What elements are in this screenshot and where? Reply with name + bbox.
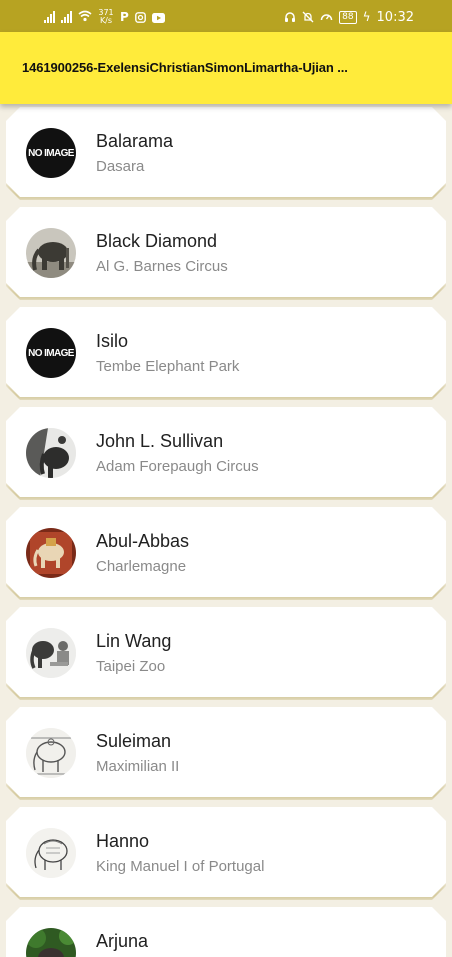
battery-level: 88	[342, 11, 354, 22]
avatar	[26, 928, 76, 957]
elephant-name: Isilo	[96, 331, 129, 351]
elephant-subtitle: King Manuel I of Portugal	[96, 858, 265, 875]
list-item[interactable]: Lin Wang Taipei Zoo	[6, 607, 446, 697]
network-speed-unit: K/s	[99, 16, 113, 25]
elephant-name: John L. Sullivan	[96, 431, 224, 451]
avatar	[26, 728, 76, 778]
elephant-subtitle: Tembe Elephant Park	[96, 358, 240, 375]
list-item[interactable]: Black Diamond Al G. Barnes Circus	[6, 207, 446, 297]
status-bar-left: 371 K/s P	[44, 7, 165, 27]
elephant-name: Balarama	[96, 131, 174, 151]
app-bar: 1461900256-ExelensiChristianSimonLimarth…	[0, 32, 452, 104]
list-item[interactable]: NO IMAGE Balarama Dasara	[6, 107, 446, 197]
wifi-icon	[78, 10, 92, 24]
elephant-name: Lin Wang	[96, 631, 172, 651]
charging-icon: ϟ	[362, 10, 371, 24]
avatar	[26, 628, 76, 678]
parking-icon: P	[120, 10, 129, 24]
avatar: NO IMAGE	[26, 128, 76, 178]
network-speed: 371 K/s	[98, 9, 114, 25]
battery-icon: 88	[339, 10, 357, 24]
instagram-icon	[134, 8, 146, 27]
avatar	[26, 228, 76, 278]
signal-icon	[44, 11, 55, 23]
status-bar-right: 88 ϟ 10:32	[284, 7, 414, 27]
elephant-name: Hanno	[96, 831, 150, 851]
elephant-subtitle: Taipei Zoo	[96, 658, 166, 675]
elephant-subtitle: Maximilian II	[96, 758, 180, 775]
elephant-list[interactable]: NO IMAGE Balarama Dasara Black Diamond A…	[0, 104, 452, 957]
list-item[interactable]: NO IMAGE Isilo Tembe Elephant Park	[6, 307, 446, 397]
avatar: NO IMAGE	[26, 328, 76, 378]
status-time: 10:32	[376, 9, 414, 25]
youtube-icon	[151, 8, 165, 27]
elephant-name: Black Diamond	[96, 231, 218, 251]
elephant-name: Abul-Abbas	[96, 531, 190, 551]
list-item[interactable]: John L. Sullivan Adam Forepaugh Circus	[6, 407, 446, 497]
list-item[interactable]: Hanno King Manuel I of Portugal	[6, 807, 446, 897]
list-item[interactable]: Abul-Abbas Charlemagne	[6, 507, 446, 597]
avatar	[26, 828, 76, 878]
headset-icon	[284, 8, 296, 27]
list-item[interactable]: Suleiman Maximilian II	[6, 707, 446, 797]
mute-icon	[302, 8, 314, 27]
list-item[interactable]: Arjuna	[6, 907, 446, 957]
speedometer-icon	[320, 8, 333, 27]
signal-icon	[61, 11, 72, 23]
app-title: 1461900256-ExelensiChristianSimonLimarth…	[22, 60, 348, 75]
elephant-name: Arjuna	[96, 931, 149, 951]
elephant-subtitle: Charlemagne	[96, 558, 187, 575]
status-bar: 371 K/s P 88 ϟ 10:32	[0, 0, 452, 32]
avatar	[26, 428, 76, 478]
elephant-name: Suleiman	[96, 731, 172, 751]
elephant-subtitle: Al G. Barnes Circus	[96, 258, 228, 275]
elephant-subtitle: Dasara	[96, 158, 145, 175]
elephant-subtitle: Adam Forepaugh Circus	[96, 458, 259, 475]
avatar	[26, 528, 76, 578]
